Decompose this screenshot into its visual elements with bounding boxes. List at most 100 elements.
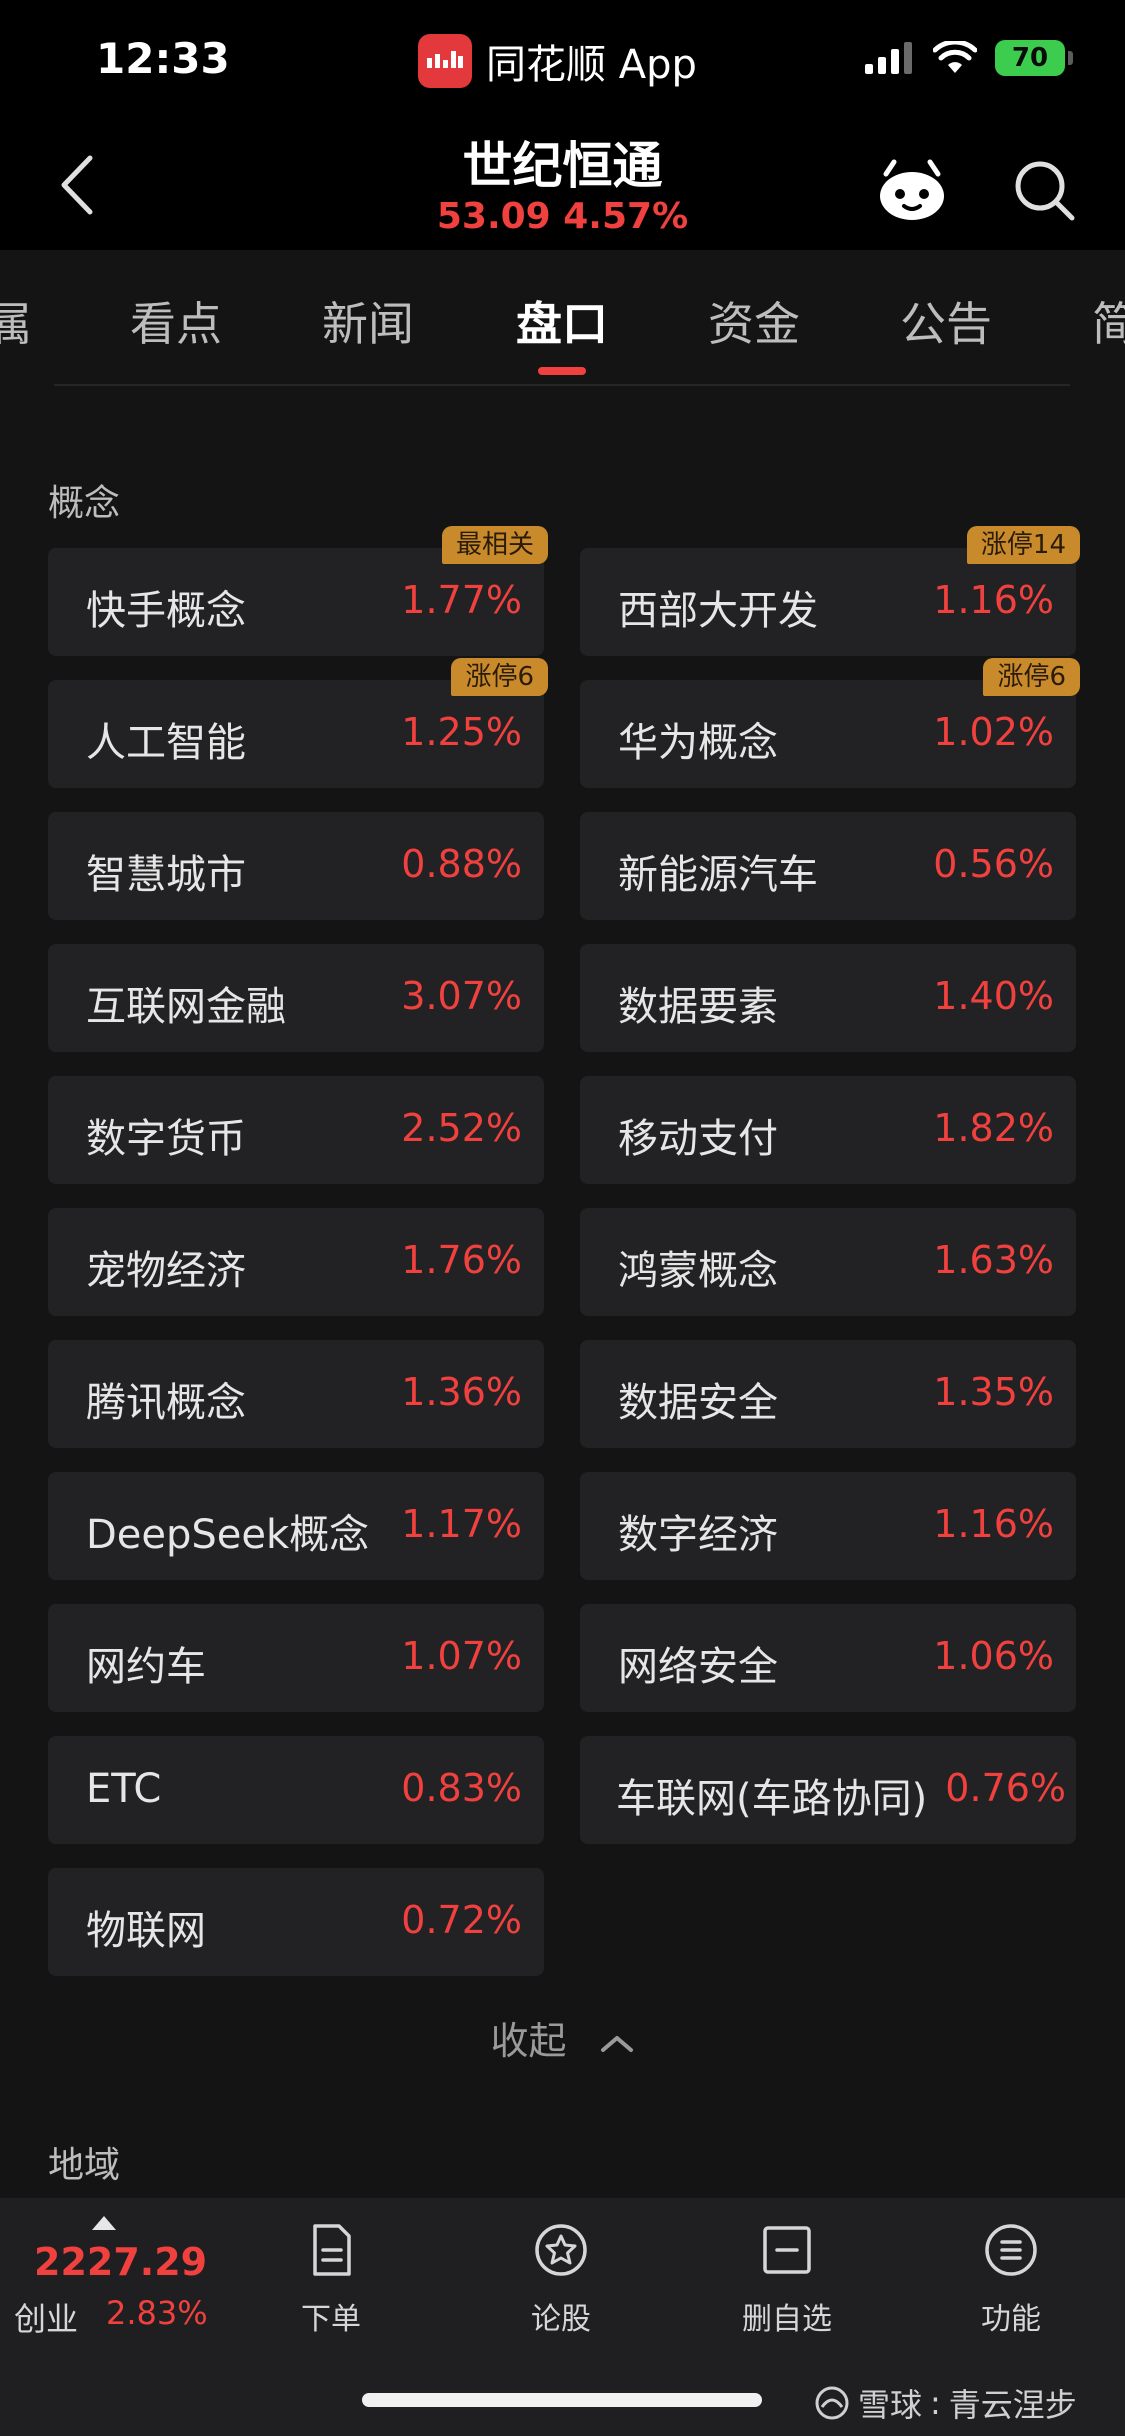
battery-icon: 70 [995, 40, 1073, 76]
concept-name: DeepSeek概念 [86, 1512, 370, 1558]
watermark-author: 青云涅步 [948, 2386, 1077, 2424]
concept-cell[interactable]: 物联网 0.72% [48, 1868, 544, 1976]
concept-badge: 涨停6 [983, 658, 1080, 696]
concept-change: 0.83% [401, 1766, 522, 1810]
concept-change: 0.76% [945, 1766, 1066, 1810]
concept-name: 数字货币 [86, 1116, 246, 1162]
concept-name: 数字经济 [618, 1512, 778, 1558]
concept-cell[interactable]: 宠物经济 1.76% [48, 1208, 544, 1316]
concept-badge: 最相关 [441, 526, 548, 564]
nav-discuss-button[interactable]: 论股 [486, 2220, 636, 2340]
tab-funds[interactable]: 资金 [708, 288, 800, 354]
signal-icon [865, 42, 912, 74]
watermark-separator: : [930, 2384, 941, 2422]
concept-change: 0.56% [933, 842, 1054, 886]
search-icon [1015, 161, 1075, 221]
nav-label: 删自选 [742, 2302, 832, 2337]
concept-change: 1.07% [401, 1634, 522, 1678]
snowball-logo-icon [815, 2386, 849, 2420]
concept-name: 网络安全 [618, 1644, 778, 1690]
concept-cell[interactable]: 西部大开发 1.16% 涨停14 [580, 526, 1080, 656]
tab-announcements[interactable]: 公告 [900, 288, 992, 354]
status-bar: 12:33 同花顺 App 70 [0, 0, 1125, 120]
concept-cell[interactable]: 华为概念 1.02% 涨停6 [580, 658, 1080, 788]
watermark-brand: 雪球 [858, 2386, 923, 2424]
nav-label: 下单 [301, 2302, 361, 2337]
divider [54, 384, 1070, 386]
concept-change: 1.82% [933, 1106, 1054, 1150]
concept-cell[interactable]: 数字经济 1.16% [580, 1472, 1076, 1580]
concept-change: 1.40% [933, 974, 1054, 1018]
concept-name: 数据要素 [618, 984, 778, 1030]
nav-label: 论股 [531, 2302, 591, 2337]
concept-cell[interactable]: 互联网金融 3.07% [48, 944, 544, 1052]
concept-cell[interactable]: 车联网(车路协同) 0.76% [580, 1736, 1076, 1844]
concept-name: 数据安全 [618, 1380, 778, 1426]
concept-cell[interactable]: DeepSeek概念 1.17% [48, 1472, 544, 1580]
concept-badge: 涨停14 [966, 526, 1080, 564]
concept-cell[interactable]: 移动支付 1.82% [580, 1076, 1076, 1184]
assistant-button[interactable] [872, 150, 952, 230]
nav-functions-button[interactable]: 功能 [936, 2220, 1086, 2340]
concept-cell[interactable]: 腾讯概念 1.36% [48, 1340, 544, 1448]
index-value: 2227.29 [34, 2240, 208, 2284]
concept-change: 1.16% [933, 1502, 1054, 1546]
concept-change: 1.06% [933, 1634, 1054, 1678]
concept-name: 物联网 [86, 1908, 206, 1954]
expand-triangle-icon [92, 2216, 116, 2230]
battery-level: 70 [1011, 43, 1049, 73]
watermark: 雪球 : 青云涅步 [814, 2380, 1077, 2426]
concept-cell[interactable]: 网络安全 1.06% [580, 1604, 1076, 1712]
minus-box-icon [763, 2226, 811, 2274]
concept-change: 2.52% [401, 1106, 522, 1150]
tab-0[interactable]: 属 [0, 288, 32, 354]
concept-change: 1.02% [933, 710, 1054, 754]
concept-cell[interactable]: ETC 0.83% [48, 1736, 544, 1844]
concept-name: 华为概念 [618, 720, 778, 766]
concept-change: 0.72% [401, 1898, 522, 1942]
concept-name: 车联网(车路协同) [616, 1776, 928, 1822]
concept-cell[interactable]: 鸿蒙概念 1.63% [580, 1208, 1076, 1316]
tab-bar: 属 看点 新闻 盘口 资金 公告 简 [0, 250, 1125, 386]
concept-cell[interactable]: 数据要素 1.40% [580, 944, 1076, 1052]
concept-name: 鸿蒙概念 [618, 1248, 778, 1294]
nav-remove-watchlist-button[interactable]: 删自选 [712, 2220, 862, 2340]
concept-cell[interactable]: 人工智能 1.25% 涨停6 [48, 658, 548, 788]
concept-name: 网约车 [86, 1644, 206, 1690]
concept-cell[interactable]: 智慧城市 0.88% [48, 812, 544, 920]
home-indicator[interactable] [362, 2393, 762, 2407]
concept-name: 宠物经济 [86, 1248, 246, 1294]
concept-name: ETC [86, 1766, 162, 1812]
nav-order-button[interactable]: 下单 [256, 2220, 406, 2340]
concept-name: 智慧城市 [86, 852, 246, 898]
concept-cell[interactable]: 网约车 1.07% [48, 1604, 544, 1712]
status-indicators: 70 [865, 40, 1073, 76]
tab-pankou[interactable]: 盘口 [516, 288, 608, 354]
concept-cell[interactable]: 数字货币 2.52% [48, 1076, 544, 1184]
concept-change: 1.36% [401, 1370, 522, 1414]
concept-change: 1.25% [401, 710, 522, 754]
concept-cell[interactable]: 数据安全 1.35% [580, 1340, 1076, 1448]
tab-kandian[interactable]: 看点 [130, 288, 222, 354]
app-screen: 12:33 同花顺 App 70 世纪恒通 53.09 4.57% 属 看点 新… [0, 0, 1125, 2436]
status-app-indicator[interactable]: 同花顺 App [418, 32, 697, 90]
concept-name: 人工智能 [86, 720, 246, 766]
search-button[interactable] [1004, 150, 1084, 230]
star-badge-icon [535, 2224, 587, 2276]
index-name: 创业 [14, 2300, 79, 2338]
active-tab-indicator [538, 367, 586, 375]
index-ticker[interactable]: 2227.29 创业 2.83% [0, 2198, 220, 2348]
concept-change: 1.77% [401, 578, 522, 622]
concept-badge: 涨停6 [451, 658, 548, 696]
tab-6[interactable]: 简 [1092, 288, 1125, 354]
concept-cell[interactable]: 新能源汽车 0.56% [580, 812, 1076, 920]
wifi-icon [933, 41, 977, 73]
robot-icon [880, 159, 944, 220]
collapse-button[interactable]: 收起 [0, 2010, 1125, 2065]
concept-change: 1.35% [933, 1370, 1054, 1414]
concept-name: 互联网金融 [86, 984, 286, 1030]
concept-name: 西部大开发 [618, 588, 818, 634]
tab-news[interactable]: 新闻 [322, 288, 414, 354]
concept-cell[interactable]: 快手概念 1.77% 最相关 [48, 526, 548, 656]
concept-name: 腾讯概念 [86, 1380, 246, 1426]
